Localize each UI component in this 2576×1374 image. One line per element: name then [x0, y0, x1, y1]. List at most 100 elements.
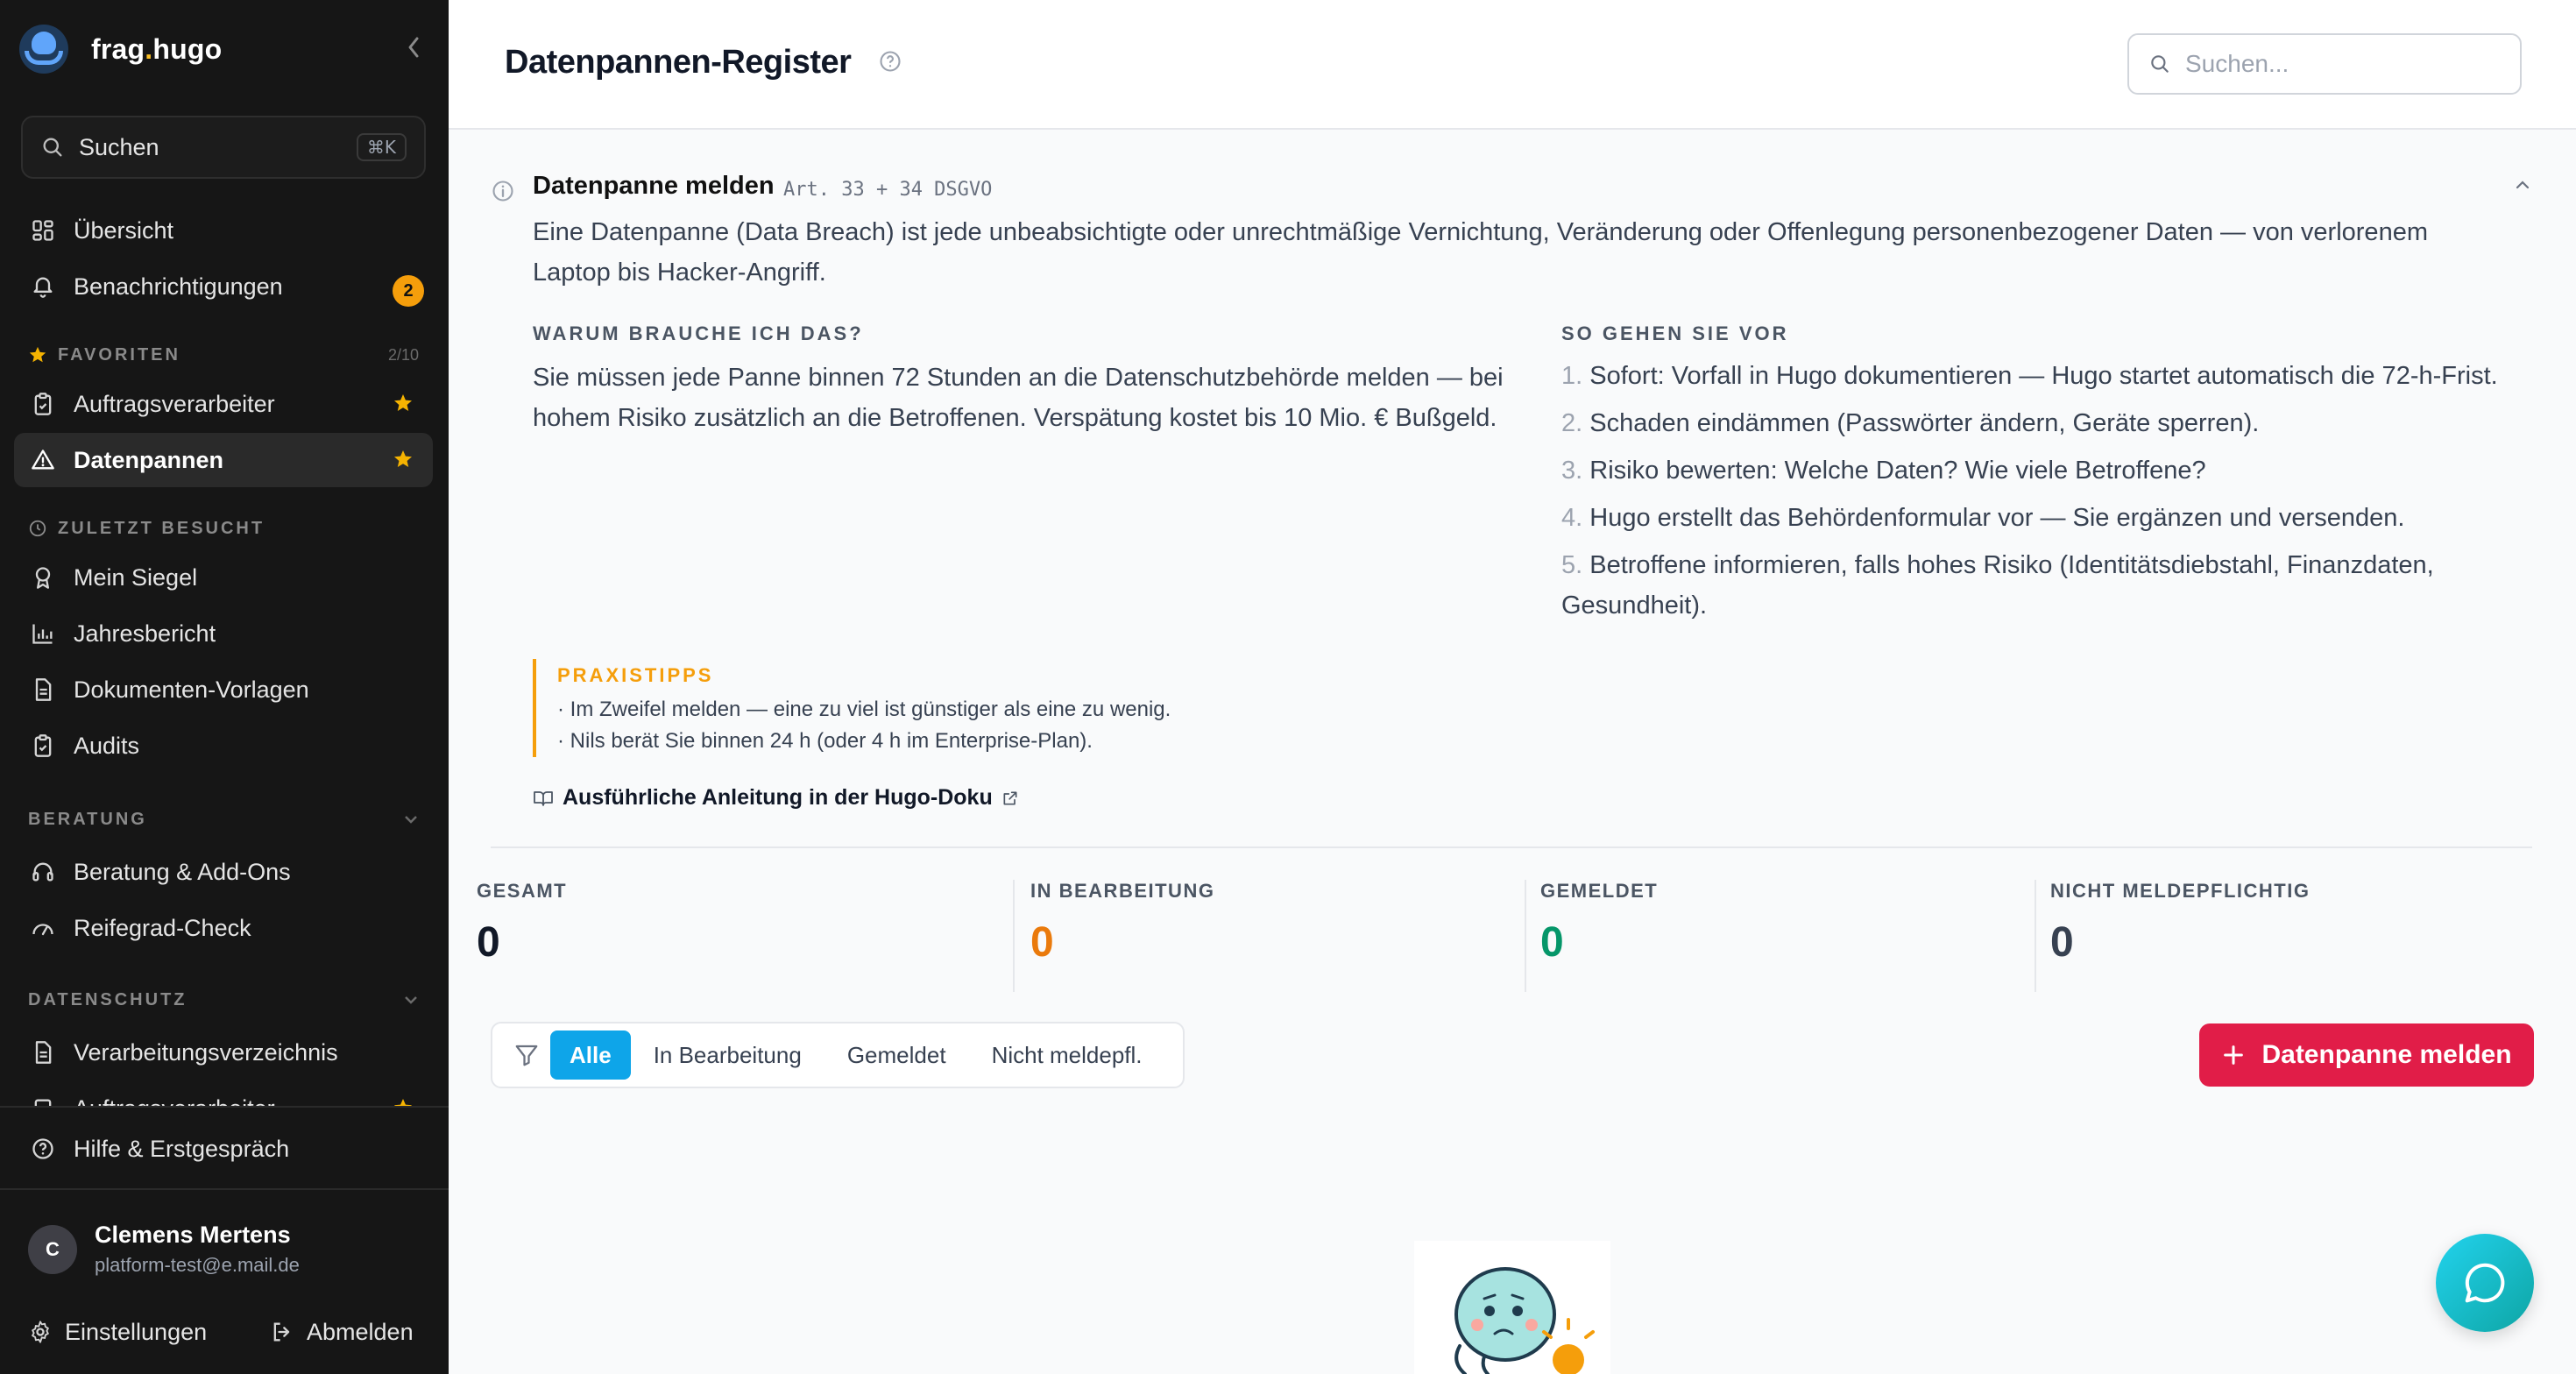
consult-title: BERATUNG: [28, 809, 147, 829]
logout-icon: [270, 1320, 294, 1344]
favorites-count: 2/10: [387, 345, 419, 364]
sidebar-item-processors-2[interactable]: Auftragsverarbeiter: [14, 1081, 433, 1106]
report-breach-button[interactable]: Datenpanne melden: [2199, 1023, 2534, 1087]
user-profile[interactable]: C Clemens Mertens platform-test@e.mail.d…: [28, 1222, 300, 1277]
sidebar-item-label: Hilfe & Erstgespräch: [74, 1135, 290, 1162]
sidebar-item-overview[interactable]: Übersicht: [14, 203, 433, 258]
sad-octopus-illustration: [1414, 1241, 1610, 1374]
sidebar-search[interactable]: Suchen ⌘K: [21, 116, 426, 179]
sidebar-item-processing-register[interactable]: Verarbeitungsverzeichnis: [14, 1025, 433, 1080]
sidebar-item-processors[interactable]: Auftragsverarbeiter: [14, 377, 433, 431]
sidebar-item-label: Datenpannen: [74, 446, 224, 473]
legal-reference-tag: Art. 33 + 34 DSGVO: [783, 179, 993, 201]
filter-in-progress[interactable]: In Bearbeitung: [631, 1030, 824, 1080]
gauge-icon: [30, 915, 56, 941]
logout-label: Abmelden: [307, 1318, 414, 1345]
tips-heading: PRAXISTIPPS: [557, 664, 714, 686]
step-item: 1. Sofort: Vorfall in Hugo dokumentieren…: [1561, 362, 2498, 390]
step-item: 3. Risiko bewerten: Welche Daten? Wie vi…: [1561, 457, 2206, 485]
sidebar-item-help[interactable]: Hilfe & Erstgespräch: [14, 1122, 433, 1176]
sidebar-item-annual-report[interactable]: Jahresbericht: [14, 606, 433, 661]
sidebar-item-notifications[interactable]: Benachrichtigungen 2: [14, 259, 433, 314]
filter-not-reportable[interactable]: Nicht meldepfl.: [969, 1030, 1165, 1080]
filter-reported[interactable]: Gemeldet: [824, 1030, 969, 1080]
top-bar: Datenpannen-Register: [449, 0, 2576, 130]
notification-count-badge: 2: [393, 275, 424, 307]
warning-triangle-icon: [30, 447, 56, 473]
star-icon: [28, 345, 47, 365]
documentation-link[interactable]: Ausführliche Anleitung in der Hugo-Doku: [533, 785, 1019, 811]
search-input[interactable]: [2185, 50, 2501, 78]
brand[interactable]: frag.hugo: [19, 19, 222, 79]
tip-item: · Nils berät Sie binnen 24 h (oder 4 h i…: [557, 729, 1093, 753]
sidebar-item-label: Benachrichtigungen: [74, 273, 283, 300]
info-title: Datenpanne melden: [533, 172, 775, 200]
sidebar-item-label: Auftragsverarbeiter: [74, 390, 275, 417]
stat-separator: [1013, 880, 1015, 992]
status-filter: Alle In Bearbeitung Gemeldet Nicht melde…: [491, 1022, 1185, 1088]
how-heading: SO GEHEN SIE VOR: [1561, 322, 1789, 344]
help-circle-icon[interactable]: [878, 49, 902, 78]
recent-title: ZULETZT BESUCHT: [58, 518, 265, 538]
sidebar-item-audits[interactable]: Audits: [14, 719, 433, 773]
why-heading: WARUM BRAUCHE ICH DAS?: [533, 322, 864, 344]
info-description: Eine Datenpanne (Data Breach) ist jede u…: [533, 218, 2428, 287]
sidebar-item-label: Mein Siegel: [74, 563, 198, 591]
sidebar-item-seal[interactable]: Mein Siegel: [14, 550, 433, 605]
bar-chart-icon: [30, 620, 56, 647]
favorite-star-icon[interactable]: [393, 449, 414, 476]
settings-button[interactable]: Einstellungen: [28, 1306, 207, 1358]
octopus-logo-icon: [19, 25, 68, 74]
filter-all[interactable]: Alle: [550, 1030, 631, 1080]
report-breach-label: Datenpanne melden: [2261, 1040, 2512, 1069]
plus-icon: [2221, 1043, 2246, 1067]
privacy-section-header[interactable]: DATENSCHUTZ: [28, 987, 419, 1013]
clipboard-check-icon: [30, 733, 56, 759]
info-icon: [491, 179, 515, 208]
chevron-down-icon: [403, 990, 419, 1010]
tip-item: · Im Zweifel melden — eine zu viel ist g…: [557, 698, 1171, 721]
external-link-icon: [1001, 790, 1019, 807]
consulting-section-header[interactable]: BERATUNG: [28, 806, 419, 832]
stat-not-reportable: NICHT MELDEPFLICHTIG 0: [2050, 880, 2310, 992]
stat-label: GESAMT: [477, 880, 568, 902]
step-item: 5. Betroffene informieren, falls hohes R…: [1561, 551, 2434, 620]
clipboard-check-icon: [30, 391, 56, 417]
sidebar-item-document-templates[interactable]: Dokumenten-Vorlagen: [14, 662, 433, 717]
collapse-chevron-up-icon[interactable]: [2513, 175, 2532, 199]
sidebar-item-label: Übersicht: [74, 216, 174, 244]
sidebar-item-data-breaches[interactable]: Datenpannen: [14, 433, 433, 487]
section-divider: [491, 846, 2532, 848]
brand-name: frag.hugo: [91, 32, 223, 65]
document-icon: [30, 676, 56, 703]
filter-icon: [513, 1042, 540, 1068]
stat-label: IN BEARBEITUNG: [1030, 880, 1215, 902]
stat-in-progress: IN BEARBEITUNG 0: [1030, 880, 1214, 992]
sidebar-item-label: Jahresbericht: [74, 620, 216, 647]
stat-label: GEMELDET: [1540, 880, 1659, 902]
collapse-sidebar-chevron-left-icon[interactable]: [401, 32, 426, 63]
sidebar-item-maturity-check[interactable]: Reifegrad-Check: [14, 901, 433, 955]
favorite-star-icon[interactable]: [393, 1097, 414, 1106]
stat-value: 0: [2050, 919, 2074, 966]
documentation-link-label: Ausführliche Anleitung in der Hugo-Doku: [563, 785, 993, 810]
favorite-star-icon[interactable]: [393, 393, 414, 420]
sidebar-item-label: Audits: [74, 732, 140, 759]
favorites-title: FAVORITEN: [58, 344, 180, 365]
steps-list: 1. Sofort: Vorfall in Hugo dokumentieren…: [1561, 356, 2525, 633]
chat-button[interactable]: [2436, 1234, 2534, 1332]
recent-section-header: ZULETZT BESUCHT: [28, 515, 419, 542]
sidebar-item-label: Auftragsverarbeiter: [74, 1095, 275, 1107]
clipboard-check-icon: [30, 1095, 56, 1106]
search-field[interactable]: [2127, 33, 2522, 95]
sidebar: frag.hugo Suchen ⌘K Übersicht Benachrich…: [0, 0, 449, 1374]
sidebar-item-label: Beratung & Add-Ons: [74, 858, 291, 885]
logout-button[interactable]: Abmelden: [270, 1306, 414, 1358]
settings-label: Einstellungen: [65, 1318, 208, 1345]
sidebar-search-label: Suchen: [79, 133, 159, 160]
practice-tips: PRAXISTIPPS · Im Zweifel melden — eine z…: [533, 659, 1171, 757]
sidebar-item-consulting-addons[interactable]: Beratung & Add-Ons: [14, 845, 433, 899]
stat-reported: GEMELDET 0: [1540, 880, 1658, 992]
headset-icon: [30, 859, 56, 885]
user-name: Clemens Mertens: [95, 1222, 291, 1248]
